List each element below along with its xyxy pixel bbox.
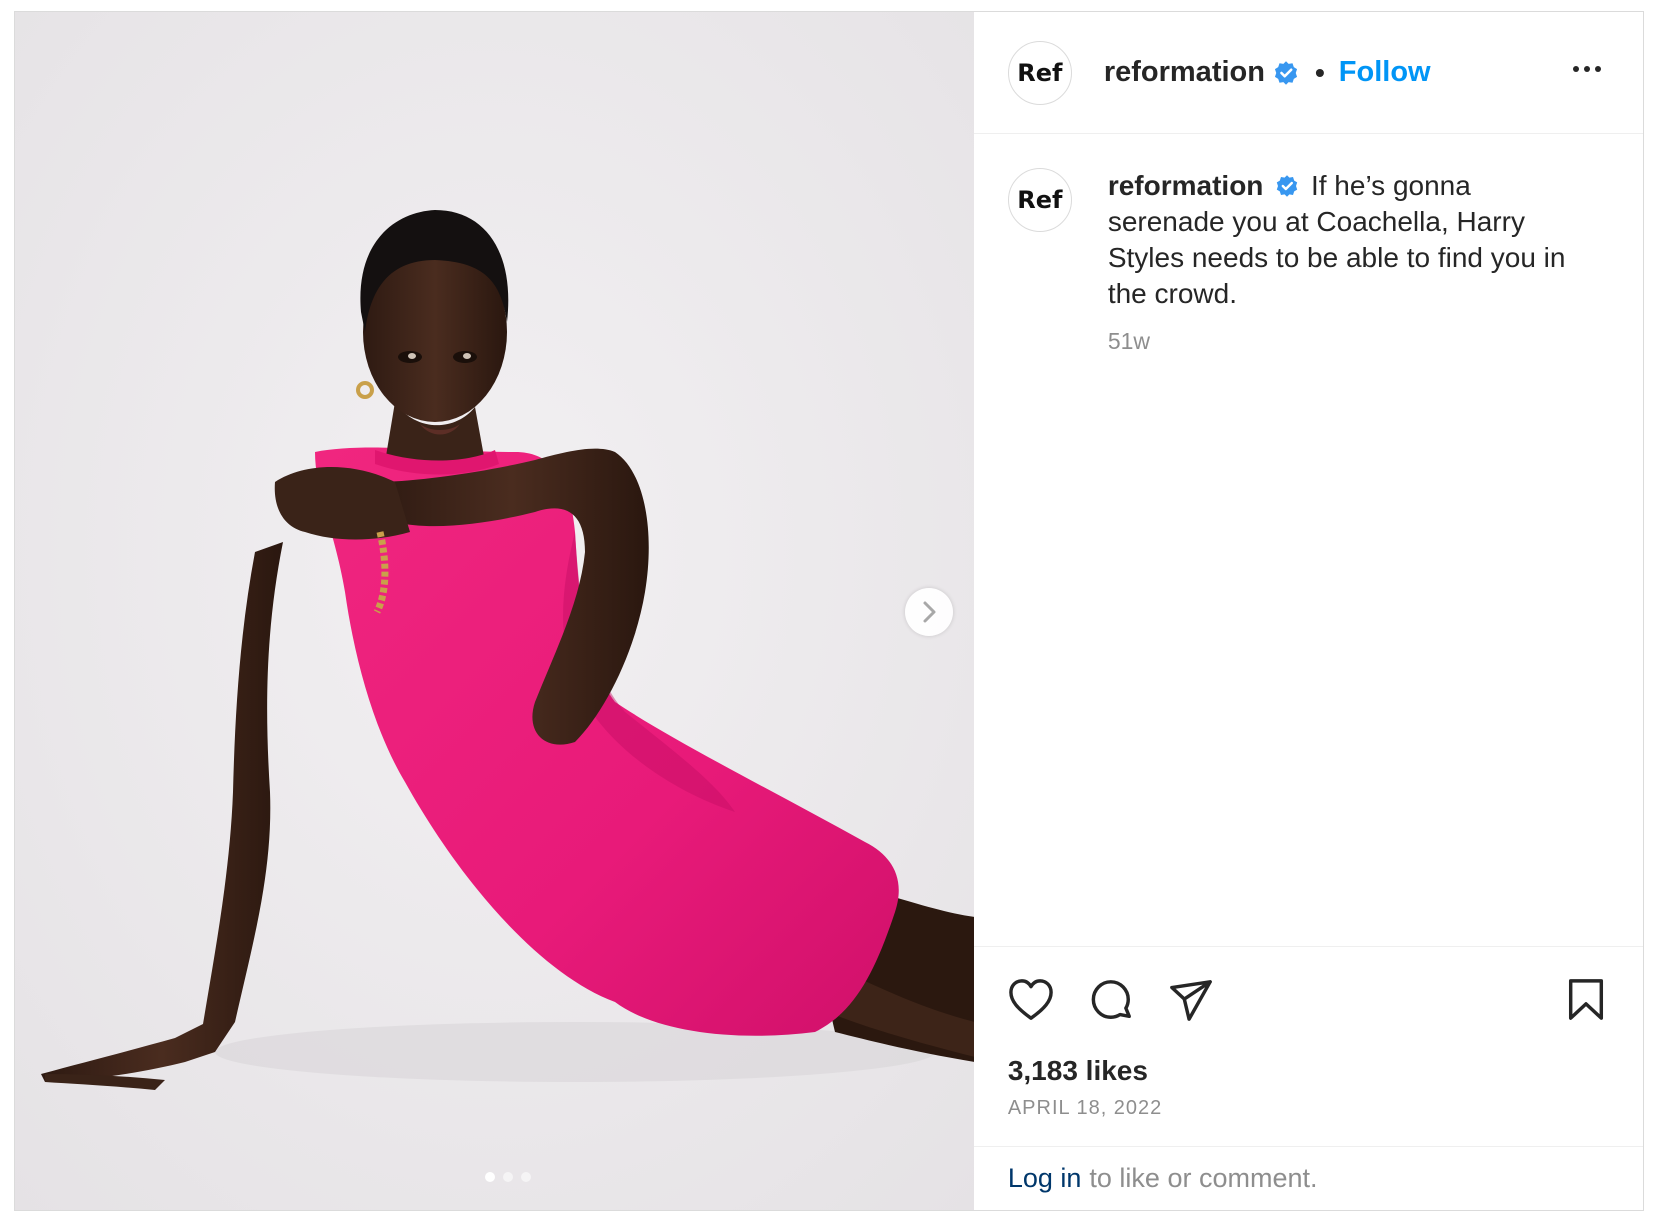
login-link[interactable]: Log in — [1008, 1163, 1082, 1194]
save-button[interactable] — [1561, 975, 1611, 1025]
caption-body: reformation If he’s gonna serenade you a… — [1108, 168, 1568, 355]
carousel-indicator — [15, 1172, 974, 1182]
likes-count[interactable]: 3,183 likes — [1008, 1055, 1148, 1087]
comment-icon — [1091, 980, 1131, 1019]
post-header: Ref reformation • Follow — [973, 12, 1643, 134]
action-bar — [1006, 975, 1611, 1025]
post-media — [15, 12, 974, 1210]
chevron-right-icon — [923, 601, 936, 623]
like-button[interactable] — [1006, 975, 1056, 1025]
carousel-dot — [521, 1172, 532, 1182]
heart-icon — [1009, 979, 1053, 1020]
share-icon — [1169, 980, 1212, 1021]
verified-badge-icon — [1276, 175, 1298, 197]
separator-dot: • — [1314, 56, 1325, 88]
carousel-dot — [503, 1172, 514, 1182]
post-photo — [15, 12, 974, 1210]
comment-button[interactable] — [1086, 975, 1136, 1025]
post-side-panel: Ref reformation • Follow Ref reformation — [973, 12, 1643, 1210]
share-button[interactable] — [1166, 975, 1216, 1025]
login-prompt: Log in to like or comment. — [973, 1146, 1643, 1210]
header-user: reformation • Follow — [1104, 56, 1431, 89]
avatar[interactable]: Ref — [1007, 40, 1072, 105]
post-card: Ref reformation • Follow Ref reformation — [14, 11, 1644, 1211]
carousel-dot — [485, 1172, 496, 1182]
login-suffix: to like or comment. — [1089, 1163, 1318, 1193]
caption-timestamp[interactable]: 51w — [1108, 328, 1568, 355]
bookmark-icon — [1568, 979, 1604, 1020]
caption-username[interactable]: reformation — [1108, 170, 1264, 201]
verified-badge-icon — [1274, 60, 1298, 85]
caption-text: reformation If he’s gonna serenade you a… — [1108, 168, 1568, 312]
carousel-next-button[interactable] — [905, 588, 953, 636]
post-date: APRIL 18, 2022 — [1007, 1097, 1163, 1119]
username-link[interactable]: reformation — [1104, 56, 1265, 89]
actions-section: 3,183 likes APRIL 18, 2022 — [973, 946, 1643, 1146]
more-options-icon[interactable] — [1571, 60, 1603, 78]
follow-button[interactable]: Follow — [1339, 56, 1431, 89]
caption-section: Ref reformation If he’s gonna serenade y… — [974, 134, 1643, 946]
caption-avatar[interactable]: Ref — [1007, 168, 1072, 232]
